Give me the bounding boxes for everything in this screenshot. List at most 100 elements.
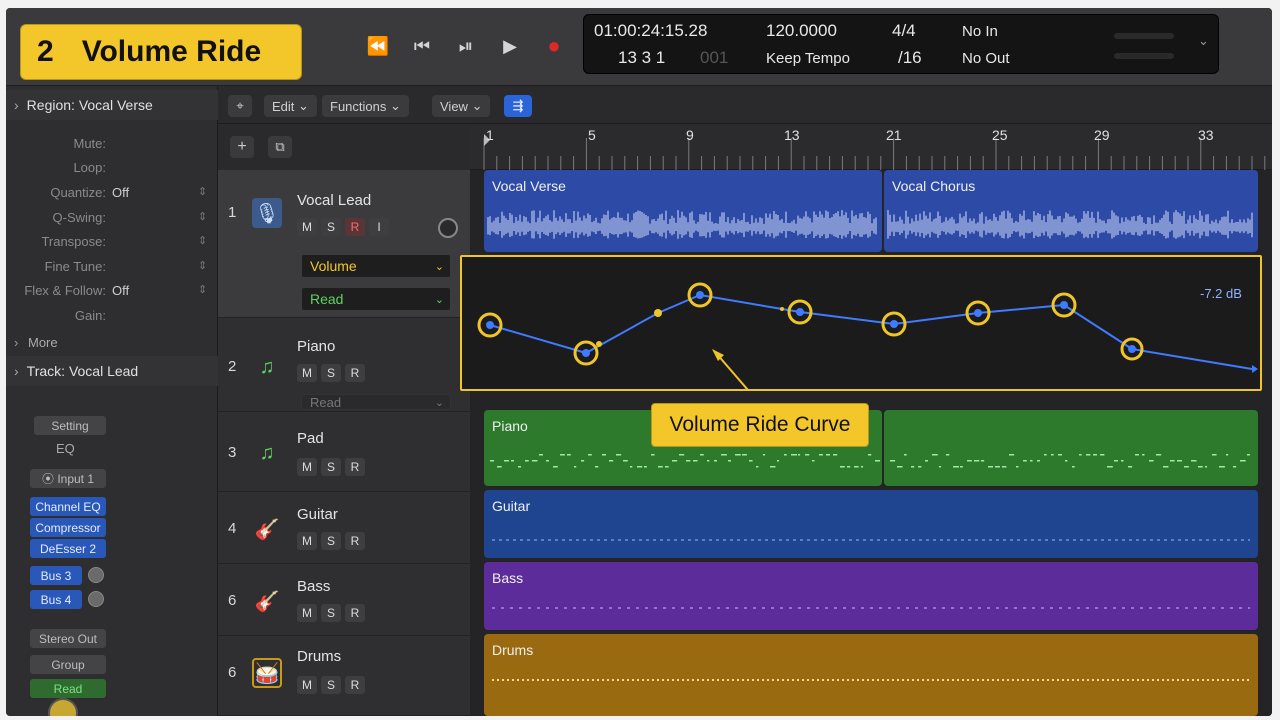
group-button[interactable]: Group — [30, 655, 106, 674]
param-fine-tune[interactable]: Fine Tune: ⇕ — [6, 259, 218, 279]
lcd-in-locator: No In — [962, 23, 998, 40]
input-button[interactable]: ⦿ Input 1 — [30, 469, 106, 488]
track-header-piano[interactable]: 2 ♫ Piano M S R Read ⌄ — [218, 318, 470, 412]
track-volume-knob[interactable] — [438, 218, 458, 238]
output-button[interactable]: Stereo Out — [30, 629, 106, 648]
send-level-knob[interactable] — [88, 567, 104, 583]
record-arm-button[interactable]: R — [345, 364, 365, 382]
region-bass[interactable]: Bass — [484, 562, 1258, 630]
volume-knob[interactable] — [48, 698, 78, 716]
tool-icon[interactable]: ⌖ — [228, 95, 252, 117]
send-bus-3[interactable]: Bus 3 — [30, 566, 82, 585]
mute-button[interactable]: M — [297, 532, 317, 550]
lcd-tempo-mode: Keep Tempo — [766, 50, 850, 67]
mute-button[interactable]: M — [297, 458, 317, 476]
duplicate-track-icon[interactable]: ⧉ — [268, 136, 292, 158]
record-arm-button[interactable]: R — [345, 532, 365, 550]
record-arm-button[interactable]: R — [345, 218, 365, 236]
mute-button[interactable]: M — [297, 676, 317, 694]
solo-button[interactable]: S — [321, 604, 341, 622]
lcd-display[interactable]: 01:00:24:15.28 13 3 1 001 120.0000 Keep … — [583, 14, 1219, 74]
region-guitar[interactable]: Guitar — [484, 490, 1258, 558]
send-bus-4[interactable]: Bus 4 — [30, 590, 82, 609]
go-to-start-button[interactable]: ⏮ — [408, 34, 436, 58]
track-header-drums[interactable]: 6 🥁 Drums M S R — [218, 636, 470, 716]
solo-button[interactable]: S — [321, 532, 341, 550]
param-transpose[interactable]: Transpose: ⇕ — [6, 234, 218, 254]
param-quantize[interactable]: Quantize: Off ⇕ — [6, 185, 218, 205]
plugin-deesser[interactable]: DeEsser 2 — [30, 539, 106, 558]
ruler-label: 29 — [1094, 127, 1110, 143]
track-name[interactable]: Bass — [297, 578, 330, 595]
param-mute[interactable]: Mute: — [6, 136, 218, 156]
region-inspector-header[interactable]: › Region: Vocal Verse — [6, 90, 218, 120]
solo-button[interactable]: S — [321, 676, 341, 694]
eq-label[interactable]: EQ — [56, 441, 75, 456]
region-drums[interactable]: Drums — [484, 634, 1258, 716]
stepper-icon[interactable]: ⇕ — [198, 283, 207, 296]
stepper-icon[interactable]: ⇕ — [198, 185, 207, 198]
track-name[interactable]: Vocal Lead — [297, 192, 371, 209]
track-number: 6 — [228, 664, 237, 681]
plugin-compressor[interactable]: Compressor — [30, 518, 106, 537]
track-header-pad[interactable]: 3 ♫ Pad M S R — [218, 412, 470, 492]
param-flex-follow[interactable]: Flex & Follow: Off ⇕ — [6, 283, 218, 303]
track-header-guitar[interactable]: 4 🎸 Guitar M S R — [218, 492, 470, 564]
region-piano-2[interactable] — [884, 410, 1258, 486]
skip-back-icon: ⏮ — [413, 35, 431, 56]
input-monitor-button[interactable]: I — [369, 218, 389, 236]
track-header-bass[interactable]: 6 🎸 Bass M S R — [218, 564, 470, 636]
view-menu[interactable]: View ⌄ — [432, 95, 491, 117]
region-vocal-chorus[interactable]: Vocal Chorus — [884, 170, 1258, 252]
track-name[interactable]: Drums — [297, 648, 341, 665]
edit-menu[interactable]: Edit ⌄ — [264, 95, 317, 117]
add-track-icon[interactable]: + — [230, 136, 254, 158]
record-button[interactable]: ● — [540, 33, 568, 58]
region-vocal-verse[interactable]: Vocal Verse — [484, 170, 882, 252]
play-button[interactable]: ▶ — [496, 34, 524, 58]
mute-button[interactable]: M — [297, 604, 317, 622]
automation-parameter-select[interactable]: Volume ⌄ — [301, 254, 451, 278]
stepper-icon[interactable]: ⇕ — [198, 210, 207, 223]
solo-button[interactable]: S — [321, 218, 341, 236]
volume-automation-lane[interactable] — [460, 255, 1262, 391]
more-disclosure[interactable]: › More — [6, 335, 218, 355]
lcd-expand-icon[interactable]: ⌄ — [1198, 33, 1209, 49]
solo-button[interactable]: S — [321, 458, 341, 476]
solo-button[interactable]: S — [321, 364, 341, 382]
midi-notes — [890, 454, 1250, 468]
setting-button[interactable]: Setting — [34, 416, 106, 435]
volume-db-readout: -7.2 dB — [1200, 286, 1242, 301]
track-inspector-header[interactable]: › Track: Vocal Lead — [6, 356, 218, 386]
bar-ruler[interactable]: 1 5 9 13 21 25 29 33 — [470, 124, 1272, 170]
plugin-channel-eq[interactable]: Channel EQ — [30, 497, 106, 516]
param-q-swing[interactable]: Q-Swing: ⇕ — [6, 210, 218, 230]
tracks-area[interactable]: Vocal Verse Vocal Chorus Piano Guitar Ba… — [470, 170, 1272, 716]
lcd-time-signature: 4/4 — [892, 21, 916, 40]
stepper-icon[interactable]: ⇕ — [198, 234, 207, 247]
send-level-knob[interactable] — [88, 591, 104, 607]
param-loop[interactable]: Loop: — [6, 160, 218, 180]
mute-button[interactable]: M — [297, 364, 317, 382]
cycle-button[interactable]: ⏯ — [452, 34, 480, 58]
track-header-vocal-lead[interactable]: 1 🎙 Vocal Lead M S R I Volume ⌄ Read ⌄ — [218, 170, 470, 318]
catch-icon[interactable]: ⇶ — [504, 95, 532, 117]
record-arm-button[interactable]: R — [345, 676, 365, 694]
automation-mode-select[interactable]: Read ⌄ — [301, 394, 451, 410]
automation-curve[interactable] — [462, 257, 1260, 389]
record-arm-button[interactable]: R — [345, 604, 365, 622]
param-gain[interactable]: Gain: — [6, 308, 218, 328]
stepper-icon[interactable]: ⇕ — [198, 259, 207, 272]
functions-menu[interactable]: Functions ⌄ — [322, 95, 409, 117]
curve-handles — [596, 307, 784, 347]
guitar-icon: 🎸 — [254, 518, 280, 541]
record-arm-button[interactable]: R — [345, 458, 365, 476]
track-name[interactable]: Piano — [297, 338, 335, 355]
mute-button[interactable]: M — [297, 218, 317, 236]
track-name[interactable]: Guitar — [297, 506, 338, 523]
rewind-button[interactable]: ⏪ — [364, 34, 392, 58]
automation-mode-select[interactable]: Read ⌄ — [301, 287, 451, 311]
track-name[interactable]: Pad — [297, 430, 324, 447]
automation-mode-button[interactable]: Read — [30, 679, 106, 698]
track-number: 2 — [228, 358, 237, 375]
